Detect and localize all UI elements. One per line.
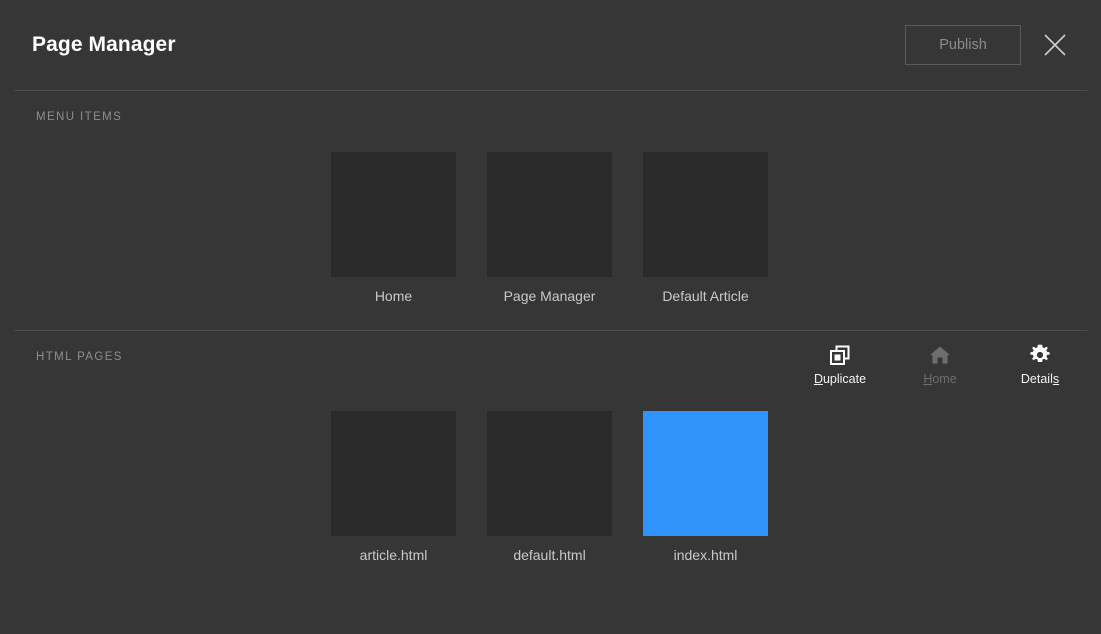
menu-item-thumbnail[interactable] bbox=[331, 152, 456, 277]
home-icon bbox=[928, 343, 952, 367]
html-page-label: article.html bbox=[359, 547, 428, 563]
duplicate-button[interactable]: Duplicate bbox=[803, 343, 877, 386]
html-page-tile[interactable]: article.html bbox=[331, 411, 456, 563]
menu-item-label: Default Article bbox=[662, 288, 749, 304]
html-page-thumbnail-selected[interactable] bbox=[643, 411, 768, 536]
menu-item-tile[interactable]: Default Article bbox=[643, 152, 768, 304]
details-mnemonic: s bbox=[1052, 371, 1060, 386]
home-label: Home bbox=[923, 372, 956, 386]
html-page-tile-selected[interactable]: index.html bbox=[643, 411, 768, 563]
page-toolbar: Duplicate Home Details bbox=[803, 343, 1077, 386]
close-icon bbox=[1042, 32, 1068, 58]
menu-item-label: Home bbox=[374, 288, 413, 304]
page-title: Page Manager bbox=[32, 33, 176, 56]
section-html-pages: HTML PAGES Duplicate Home Details articl… bbox=[0, 331, 1101, 563]
window-header: Page Manager Publish bbox=[0, 0, 1101, 90]
details-label: Details bbox=[1021, 372, 1059, 386]
close-button[interactable] bbox=[1039, 29, 1071, 61]
menu-item-tile[interactable]: Home bbox=[331, 152, 456, 304]
home-button[interactable]: Home bbox=[903, 343, 977, 386]
duplicate-label: Duplicate bbox=[814, 372, 866, 386]
menu-item-thumbnail[interactable] bbox=[643, 152, 768, 277]
header-actions: Publish bbox=[905, 25, 1077, 65]
html-page-tile[interactable]: default.html bbox=[487, 411, 612, 563]
home-mnemonic: H bbox=[923, 371, 933, 386]
home-label-rest: ome bbox=[932, 371, 957, 386]
section-header-menu-items: MENU ITEMS bbox=[0, 91, 1101, 143]
html-pages-grid: article.html default.html index.html bbox=[0, 383, 1101, 563]
details-button[interactable]: Details bbox=[1003, 343, 1077, 386]
duplicate-label-rest: uplicate bbox=[822, 371, 867, 386]
html-page-label: index.html bbox=[673, 547, 738, 563]
menu-item-tile[interactable]: Page Manager bbox=[487, 152, 612, 304]
html-page-thumbnail[interactable] bbox=[487, 411, 612, 536]
publish-button[interactable]: Publish bbox=[905, 25, 1021, 65]
section-menu-items: MENU ITEMS Home Page Manager Default Art… bbox=[0, 91, 1101, 330]
details-label-rest: Detail bbox=[1020, 371, 1053, 386]
menu-item-label: Page Manager bbox=[503, 288, 596, 304]
html-page-thumbnail[interactable] bbox=[331, 411, 456, 536]
section-title-html-pages: HTML PAGES bbox=[36, 351, 123, 363]
section-header-html-pages: HTML PAGES Duplicate Home Details bbox=[0, 331, 1101, 386]
menu-items-grid: Home Page Manager Default Article bbox=[0, 143, 1101, 330]
gear-icon bbox=[1028, 343, 1052, 367]
duplicate-mnemonic: D bbox=[813, 371, 823, 386]
duplicate-icon bbox=[828, 343, 852, 367]
section-title-menu-items: MENU ITEMS bbox=[36, 111, 123, 123]
html-page-label: default.html bbox=[513, 547, 586, 563]
menu-item-thumbnail[interactable] bbox=[487, 152, 612, 277]
